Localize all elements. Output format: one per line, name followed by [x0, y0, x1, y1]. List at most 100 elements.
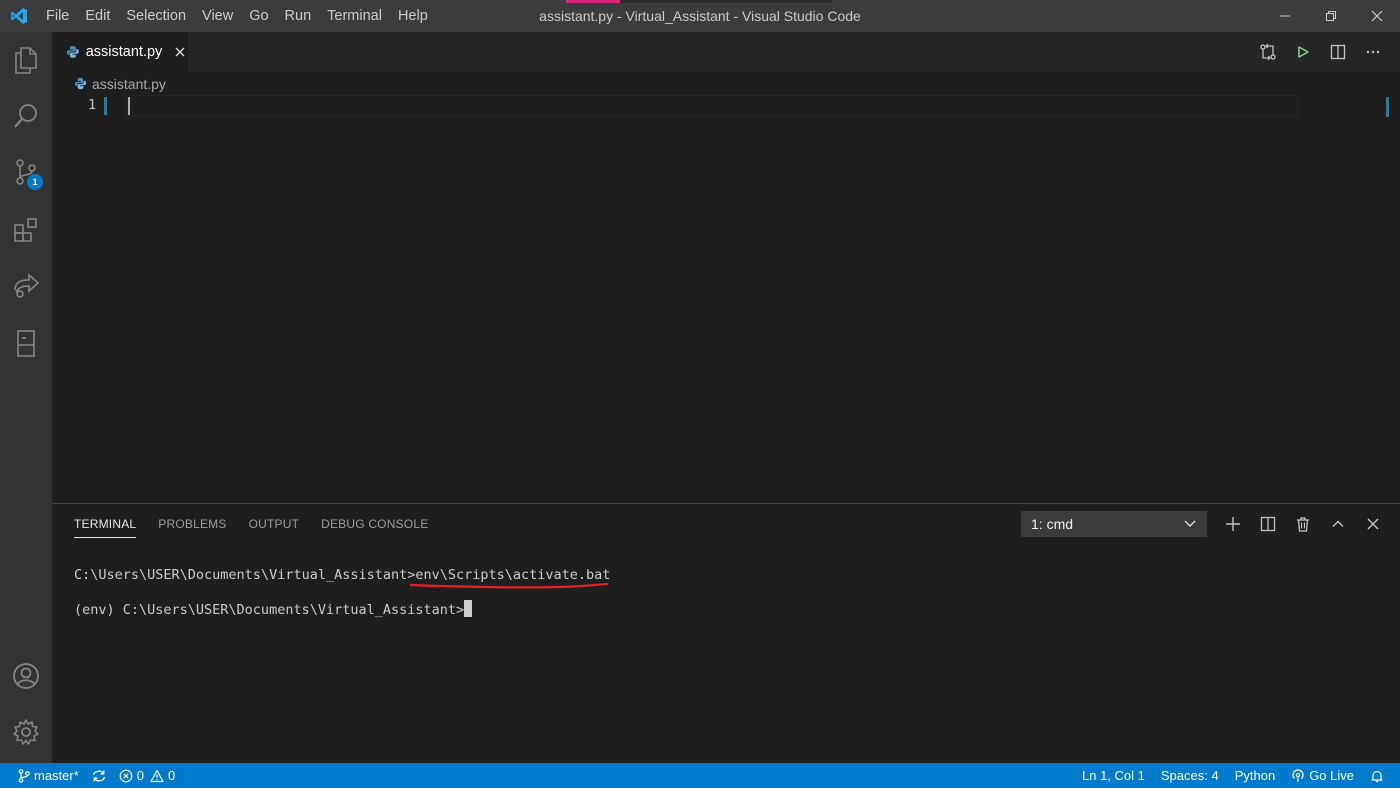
terminal-line: (env) C:\Users\USER\Documents\Virtual_As…	[74, 600, 610, 634]
new-terminal-button[interactable]	[1215, 504, 1250, 544]
menu-bar: File Edit Selection View Go Run Terminal…	[38, 0, 436, 32]
git-branch-icon	[18, 768, 30, 783]
title-bar: File Edit Selection View Go Run Terminal…	[0, 0, 1400, 32]
run-python-file-button[interactable]	[1285, 32, 1320, 72]
current-line-highlight	[126, 95, 1298, 116]
terminal-cursor	[464, 600, 473, 617]
chevron-down-icon	[1184, 520, 1196, 527]
panel-tabs: TERMINAL PROBLEMS OUTPUT DEBUG CONSOLE	[74, 504, 450, 544]
menu-view[interactable]: View	[194, 0, 241, 32]
status-bar: master* 0 0 Ln 1, Col 1 Spaces: 4 Python…	[0, 763, 1400, 788]
indentation-status[interactable]: Spaces: 4	[1153, 763, 1227, 788]
python-file-icon	[74, 77, 87, 90]
panel-actions	[1215, 504, 1390, 544]
notifications-button[interactable]	[1362, 763, 1392, 788]
git-branch-status[interactable]: master*	[12, 763, 85, 788]
sync-icon	[92, 770, 105, 781]
text-cursor	[128, 97, 130, 115]
terminal-select-value: 1: cmd	[1031, 516, 1074, 532]
tab-problems[interactable]: PROBLEMS	[158, 504, 226, 544]
source-control-icon[interactable]	[0, 148, 52, 196]
menu-selection[interactable]: Selection	[118, 0, 194, 32]
menu-terminal[interactable]: Terminal	[319, 0, 390, 32]
problems-status[interactable]: 0 0	[113, 763, 181, 788]
chevron-up-icon	[1332, 520, 1343, 527]
tab-terminal[interactable]: TERMINAL	[74, 504, 137, 544]
warning-count: 0	[168, 768, 176, 783]
menu-run[interactable]: Run	[277, 0, 320, 32]
menu-go[interactable]: Go	[241, 0, 276, 32]
tab-debug-console[interactable]: DEBUG CONSOLE	[321, 504, 428, 544]
go-live-button[interactable]: Go Live	[1283, 763, 1362, 788]
terminal-select[interactable]: 1: cmd	[1021, 511, 1207, 537]
plus-icon	[1225, 517, 1240, 531]
tab-label: assistant.py	[85, 44, 163, 60]
close-icon	[175, 47, 185, 57]
tab-output[interactable]: OUTPUT	[249, 504, 300, 544]
terminal-prompt: C:\Users\USER\Documents\Virtual_Assistan…	[74, 567, 416, 583]
line-number: 1	[88, 97, 97, 113]
minimize-icon	[1280, 15, 1290, 17]
open-changes-button[interactable]	[1250, 32, 1285, 72]
terminal-prompt: (env) C:\Users\USER\Documents\Virtual_As…	[74, 602, 465, 618]
maximize-panel-button[interactable]	[1320, 504, 1355, 544]
gutter-change-indicator	[104, 97, 107, 115]
remote-explorer-icon[interactable]	[0, 320, 52, 368]
split-editor-icon	[1330, 44, 1345, 60]
terminal-output[interactable]: C:\Users\USER\Documents\Virtual_Assistan…	[74, 566, 610, 634]
breadcrumb-file[interactable]: assistant.py	[92, 76, 166, 92]
tab-assistant-py[interactable]: assistant.py	[52, 32, 188, 72]
red-underline-annotation	[410, 583, 608, 589]
menu-help[interactable]: Help	[390, 0, 436, 32]
code-editor[interactable]: 1	[52, 95, 1400, 503]
restore-button[interactable]	[1308, 0, 1354, 32]
restore-icon	[1326, 11, 1336, 21]
trash-icon	[1296, 517, 1309, 532]
cursor-position[interactable]: Ln 1, Col 1	[1074, 763, 1153, 788]
close-icon	[1367, 518, 1378, 530]
tab-close-button[interactable]	[172, 44, 188, 60]
git-compare-icon	[1259, 43, 1276, 61]
play-icon	[1297, 46, 1309, 58]
sync-button[interactable]	[85, 763, 113, 788]
warning-icon	[150, 769, 164, 782]
close-icon	[1371, 10, 1383, 22]
terminal-command: env\Scripts\activate.bat	[415, 567, 611, 583]
search-icon[interactable]	[0, 92, 52, 140]
close-panel-button[interactable]	[1355, 504, 1390, 544]
error-count: 0	[136, 768, 145, 783]
bell-icon	[1371, 770, 1383, 782]
error-icon	[119, 769, 133, 782]
manage-gear-icon[interactable]	[0, 708, 52, 756]
git-branch-label: master*	[34, 768, 79, 783]
vscode-logo-icon	[0, 0, 38, 32]
ellipsis-icon	[1366, 50, 1379, 54]
editor-actions	[1250, 32, 1390, 72]
bottom-panel: TERMINAL PROBLEMS OUTPUT DEBUG CONSOLE 1…	[52, 503, 1400, 763]
terminal-line: C:\Users\USER\Documents\Virtual_Assistan…	[74, 566, 610, 600]
window-controls	[1262, 0, 1400, 32]
split-terminal-icon	[1260, 516, 1275, 532]
extensions-icon[interactable]	[0, 206, 52, 254]
editor-tab-bar: assistant.py	[52, 32, 1400, 72]
title-accent-dark	[620, 0, 832, 3]
split-terminal-button[interactable]	[1250, 504, 1285, 544]
explorer-icon[interactable]	[0, 36, 52, 84]
language-mode[interactable]: Python	[1227, 763, 1283, 788]
overview-ruler-mark	[1386, 97, 1389, 117]
accounts-icon[interactable]	[0, 652, 52, 700]
split-editor-button[interactable]	[1320, 32, 1355, 72]
breadcrumb[interactable]: assistant.py	[52, 72, 1400, 95]
live-share-icon[interactable]	[0, 262, 52, 310]
broadcast-icon	[1292, 768, 1304, 782]
close-window-button[interactable]	[1354, 0, 1400, 32]
minimize-button[interactable]	[1262, 0, 1308, 32]
go-live-label: Go Live	[1309, 768, 1354, 783]
python-file-icon	[66, 46, 79, 58]
title-accent	[566, 0, 620, 3]
menu-edit[interactable]: Edit	[77, 0, 118, 32]
activity-bar: 1	[0, 32, 52, 763]
kill-terminal-button[interactable]	[1285, 504, 1320, 544]
menu-file[interactable]: File	[38, 0, 77, 32]
more-actions-button[interactable]	[1355, 32, 1390, 72]
